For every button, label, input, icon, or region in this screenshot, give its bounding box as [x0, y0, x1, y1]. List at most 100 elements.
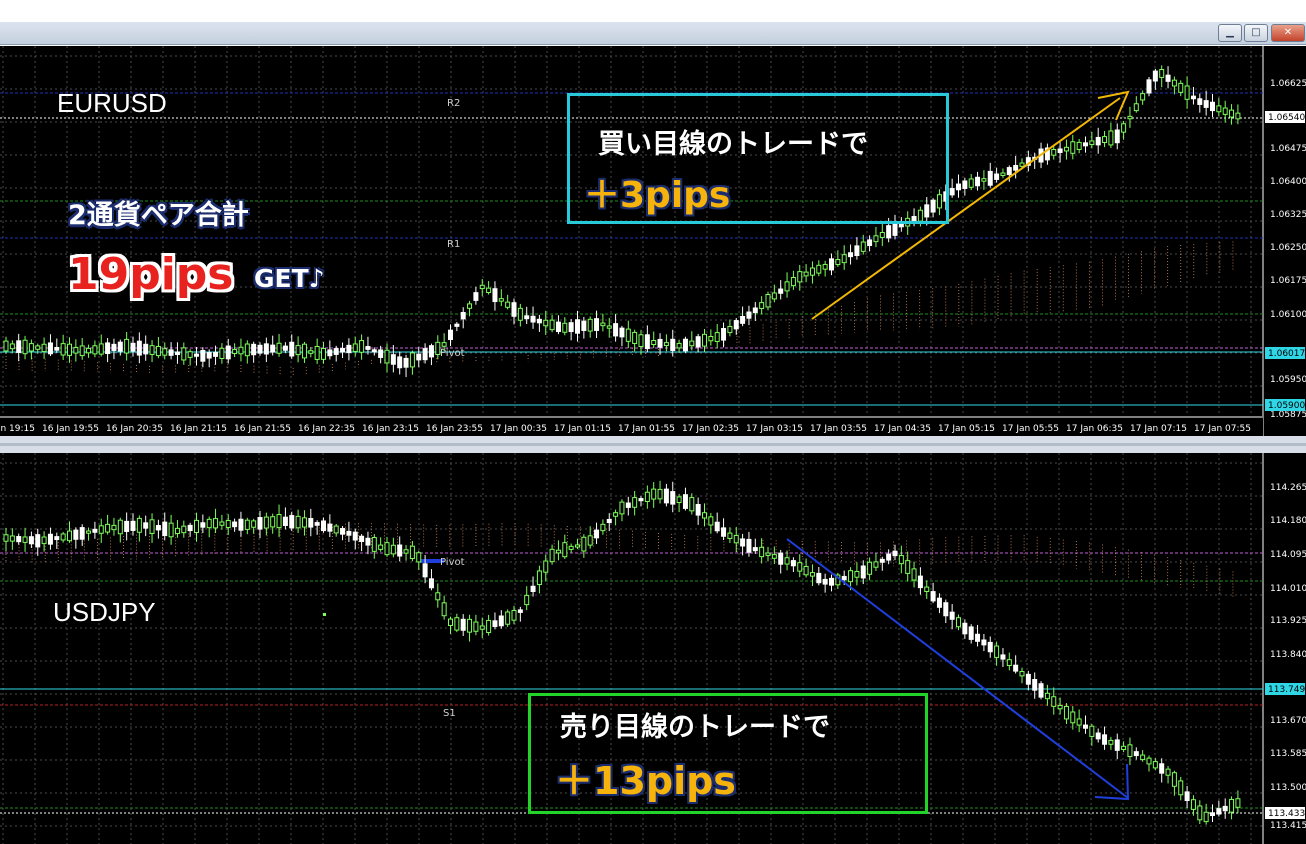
candle: [975, 633, 981, 642]
candle: [600, 523, 606, 532]
candle: [1063, 146, 1069, 152]
candle: [575, 319, 580, 334]
candle: [1019, 162, 1025, 167]
candle: [625, 328, 631, 342]
candle: [1133, 103, 1139, 112]
candle: [1025, 673, 1031, 685]
candle: [695, 336, 701, 348]
maximize-button[interactable]: □: [1244, 24, 1268, 42]
sell-annotation-text: 売り目線のトレードで: [560, 712, 830, 743]
candle: [1114, 129, 1120, 144]
r2-label: R2: [447, 98, 460, 109]
candle: [682, 338, 688, 352]
minimize-button[interactable]: ▁: [1218, 24, 1242, 42]
candle: [162, 348, 168, 356]
candle: [797, 562, 803, 572]
price-axis-label: 1.06250: [1270, 243, 1306, 253]
candle: [314, 346, 320, 360]
time-axis-label: 16 Jan 21:55: [234, 424, 291, 434]
candle: [930, 591, 936, 602]
candle: [536, 570, 542, 585]
candle: [1229, 798, 1235, 813]
candle: [536, 318, 542, 324]
candle: [79, 345, 85, 357]
candle: [867, 561, 873, 575]
candle: [1190, 799, 1196, 810]
candle: [1178, 780, 1184, 796]
candle: [1000, 172, 1006, 176]
candle: [562, 542, 568, 558]
candle: [467, 618, 473, 633]
candle: [143, 343, 149, 355]
candle: [1044, 692, 1050, 700]
candle: [822, 578, 828, 585]
price-axis-label: 113.925: [1270, 616, 1306, 626]
candle: [1121, 745, 1127, 750]
time-axis-label: 16 Jan 22:35: [298, 424, 355, 434]
candle: [530, 315, 536, 323]
candle: [232, 348, 238, 355]
candle: [60, 343, 66, 356]
pane-splitter[interactable]: [0, 436, 1306, 453]
candle: [498, 298, 504, 302]
usdjpy-chart-pane[interactable]: Pivot S1 114.265 114.180 114.095 114.010 113.9…: [0, 453, 1306, 844]
candle: [352, 531, 358, 541]
candle: [1057, 148, 1063, 154]
price-axis-label: 1.06475: [1270, 144, 1306, 154]
candle: [727, 325, 733, 334]
candle: [975, 176, 981, 187]
candle: [765, 552, 771, 556]
candle: [606, 325, 612, 329]
candle: [365, 537, 371, 546]
candle: [1095, 136, 1101, 146]
candle: [333, 525, 339, 534]
candle: [9, 535, 15, 542]
candle: [898, 223, 904, 228]
candle: [1089, 140, 1095, 146]
eurusd-chart-pane[interactable]: R2 R1 Pivot 1.06625 1.06475 1.06400 1.06325 1.0…: [0, 46, 1306, 436]
candle: [549, 319, 555, 331]
candle: [435, 341, 441, 355]
total-suffix: GET♪: [254, 264, 325, 293]
candle: [371, 349, 377, 353]
price-axis-label: 113.840: [1270, 650, 1306, 660]
candle: [714, 332, 720, 342]
candle: [829, 577, 834, 586]
candle: [174, 351, 180, 356]
candle: [22, 536, 28, 543]
candle: [613, 323, 619, 337]
candle: [397, 356, 403, 369]
candle: [905, 560, 911, 574]
candle: [1152, 761, 1158, 769]
candle: [790, 277, 796, 287]
candle: [778, 288, 784, 294]
candle: [276, 514, 282, 529]
candle: [1063, 705, 1069, 720]
candle: [695, 503, 701, 516]
candle: [1108, 130, 1114, 146]
candle: [263, 343, 269, 355]
candle: [1165, 768, 1171, 776]
candle: [270, 516, 276, 528]
candle: [378, 349, 384, 358]
candle: [9, 343, 15, 350]
candle: [92, 528, 98, 533]
candle: [3, 534, 9, 542]
close-button[interactable]: ✕: [1271, 24, 1305, 42]
candle: [92, 345, 98, 355]
candle: [390, 354, 396, 365]
candle: [130, 342, 136, 352]
candle: [835, 259, 841, 265]
candle: [238, 518, 244, 531]
candle: [1203, 100, 1209, 108]
candle: [1197, 805, 1203, 821]
candle: [346, 344, 352, 354]
candle: [321, 520, 326, 532]
candle: [1203, 811, 1209, 823]
candle: [428, 578, 434, 589]
current-price-label: 1.06540: [1268, 113, 1305, 123]
candle: [619, 327, 625, 338]
candle: [860, 241, 866, 252]
candle: [924, 586, 930, 593]
price-axis-label: 1.06325: [1270, 210, 1306, 220]
